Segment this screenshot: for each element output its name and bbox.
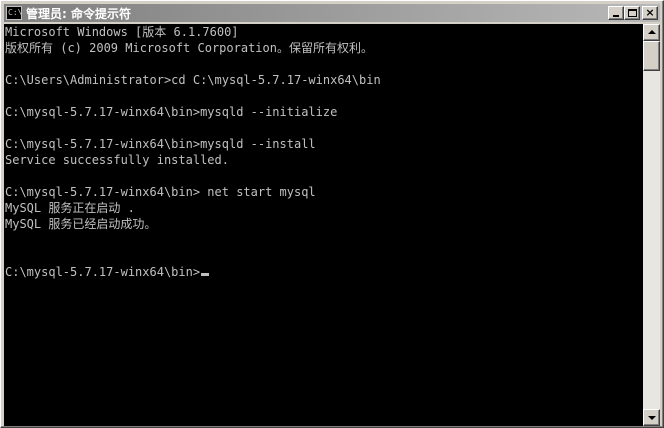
close-button[interactable]: ×: [642, 6, 658, 20]
command-prompt-icon[interactable]: C:\: [6, 6, 22, 20]
console-line: C:\mysql-5.7.17-winx64\bin>mysqld --inst…: [5, 137, 316, 151]
console-line: C:\mysql-5.7.17-winx64\bin> net start my…: [5, 185, 316, 199]
scroll-up-button[interactable]: [643, 24, 660, 41]
command-prompt-window: C:\ 管理员: 命令提示符 × Microsoft Windows [版本 6…: [0, 0, 664, 428]
window-title: 管理员: 命令提示符: [26, 6, 131, 21]
arrow-down-icon: [648, 416, 656, 420]
scroll-down-button[interactable]: [643, 409, 660, 426]
minimize-icon: [613, 15, 619, 17]
maximize-button[interactable]: [624, 6, 640, 20]
console-line: C:\Users\Administrator>cd C:\mysql-5.7.1…: [5, 73, 381, 87]
console-output[interactable]: Microsoft Windows [版本 6.1.7600] 版权所有 (c)…: [4, 24, 643, 426]
console-prompt-line[interactable]: C:\mysql-5.7.17-winx64\bin>: [5, 264, 210, 280]
console-prompt: C:\mysql-5.7.17-winx64\bin>: [5, 265, 201, 279]
close-icon: ×: [645, 6, 655, 19]
title-bar[interactable]: C:\ 管理员: 命令提示符 ×: [4, 4, 660, 22]
text-cursor: [201, 273, 210, 276]
window-controls: ×: [608, 6, 658, 20]
minimize-button[interactable]: [608, 6, 624, 20]
arrow-up-icon: [648, 30, 656, 34]
console-line: 版权所有 (c) 2009 Microsoft Corporation。保留所有…: [5, 41, 373, 55]
console-line: MySQL 服务正在启动 .: [5, 201, 135, 215]
console-line: C:\mysql-5.7.17-winx64\bin>mysqld --init…: [5, 105, 338, 119]
maximize-icon: [628, 9, 637, 17]
scrollbar-thumb[interactable]: [643, 41, 660, 71]
vertical-scrollbar[interactable]: [643, 24, 660, 426]
console-line: MySQL 服务已经启动成功。: [5, 217, 157, 231]
console-line: Microsoft Windows [版本 6.1.7600]: [5, 25, 239, 39]
console-line: Service successfully installed.: [5, 153, 229, 167]
